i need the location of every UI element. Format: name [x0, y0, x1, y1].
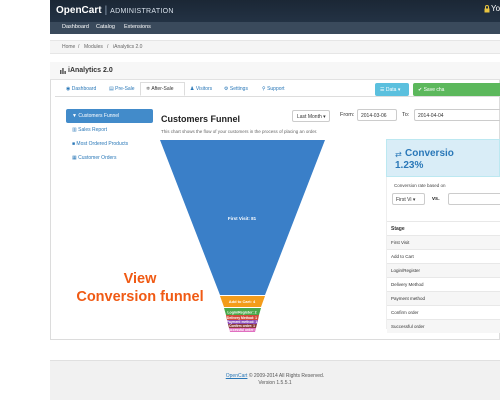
panel-title: iAnalytics 2.0 [68, 67, 113, 74]
breadcrumb-separator: / [78, 44, 80, 50]
funnel-description: This chart shows the flow of your custom… [161, 129, 318, 134]
save-button[interactable]: ✔ Save cha [413, 83, 500, 96]
table-row: Confirm order [387, 305, 500, 319]
nav-item-extensions[interactable]: Extensions [124, 24, 151, 30]
table-row: Payment method [387, 291, 500, 305]
page: OpenCart | ADMINISTRATION Yo Dashboard Cat… [0, 0, 500, 400]
nav-item-catalog[interactable]: Catalog [96, 24, 115, 30]
conversion-compare-select[interactable] [448, 193, 500, 205]
chevron-down-icon: ▾ [321, 114, 326, 120]
lock-icon [484, 5, 490, 13]
to-label: To: [402, 112, 410, 118]
conversion-title: Conversio [405, 148, 454, 159]
main-nav [50, 22, 500, 34]
sidebar-item-most-ordered[interactable]: ■ Most Ordered Products [72, 141, 128, 147]
from-label: From: [340, 112, 355, 118]
tab-label: Dashboard [71, 86, 97, 92]
tab-label: Pre-Sale [115, 86, 135, 92]
table-row: Delivery Method [387, 277, 500, 291]
data-button[interactable]: ☰ Data ▾ [375, 83, 409, 96]
conversion-rate-value: 1.23% [395, 160, 424, 171]
tab-after-sale[interactable]: ≑ After-Sale [146, 86, 174, 92]
tab-settings[interactable]: ⚙ Settings [224, 86, 248, 92]
stage-column-header: Stage [387, 221, 500, 235]
breadcrumb-separator: / [107, 44, 109, 50]
tab-pre-sale[interactable]: ▤ Pre-Sale [109, 86, 135, 92]
tab-label: Settings [229, 86, 248, 92]
brand-subtitle: ADMINISTRATION [110, 8, 174, 15]
sidebar-item-label: Customers Funnel [78, 113, 120, 119]
data-button-label: Data [385, 87, 397, 93]
funnel-label-login-register: Login/Register: 2 [227, 311, 256, 315]
sidebar-item-label: Sales Report [78, 127, 108, 133]
caret-down-icon: ▾ [396, 87, 401, 93]
sidebar-item-customers-funnel[interactable]: ▼ Customers Funnel [72, 113, 119, 119]
tab-label: After-Sale [151, 86, 174, 92]
funnel-label-add-to-cart: Add to Cart: 4 [229, 299, 256, 304]
footer-copyright: OpenCart © 2009-2014 All Rights Reserved… [50, 373, 500, 379]
funnel-chart: First Visit: 81 Add to Cart: 4 Login/Reg… [160, 140, 325, 332]
conversion-note: Conversion rate based on [394, 183, 446, 188]
tab-support[interactable]: ⚲ Support [262, 86, 285, 92]
save-button-label: Save cha [423, 87, 445, 93]
conversion-base-value: First Vi [396, 197, 412, 203]
from-date-input[interactable]: 2014-03-06 [357, 109, 397, 121]
tabs-divider [55, 96, 500, 97]
table-row: First Visit [387, 235, 500, 249]
sidebar-item-sales-report[interactable]: ▥ Sales Report [72, 127, 107, 133]
footer-version: Version 1.5.5.1 [258, 380, 292, 386]
promo-line-1: View [123, 271, 157, 287]
breadcrumb-modules[interactable]: Modules [84, 44, 103, 50]
breadcrumb-home[interactable]: Home [62, 44, 75, 50]
user-menu[interactable]: Yo [491, 4, 500, 13]
conversion-vs-label: vs. [432, 196, 440, 202]
tab-label: Support [267, 86, 285, 92]
sidebar-item-customer-orders[interactable]: ▦ Customer Orders [72, 155, 116, 161]
tab-visitors[interactable]: ♟ Visitors [190, 86, 212, 92]
to-date-input[interactable]: 2014-04-04 [414, 109, 500, 121]
bar-chart-icon [60, 68, 66, 74]
funnel-label-successful-order: Successful order: 1 [227, 328, 258, 332]
chevron-down-icon: ▾ [411, 197, 416, 203]
date-range-select[interactable]: Last Month ▾ [292, 110, 330, 122]
panel-heading [50, 62, 500, 80]
breadcrumb-current: iAnalytics 2.0 [113, 44, 143, 50]
funnel-label-first-visit: First Visit: 81 [228, 216, 257, 221]
table-row: Login/Register [387, 263, 500, 277]
date-range-value: Last Month [297, 114, 322, 120]
nav-item-dashboard[interactable]: Dashboard [62, 24, 89, 30]
footer-opencart-link[interactable]: OpenCart [226, 373, 248, 379]
table-row: Successful order [387, 319, 500, 333]
app-logo[interactable]: OpenCart | ADMINISTRATION [56, 5, 174, 16]
sidebar-item-label: Most Ordered Products [76, 141, 129, 147]
funnel-title: Customers Funnel [161, 114, 241, 124]
sidebar-item-label: Customer Orders [78, 155, 117, 161]
tab-label: Visitors [195, 86, 213, 92]
brand-name: OpenCart [56, 5, 102, 16]
conversion-base-select[interactable]: First Vi ▾ [392, 193, 425, 205]
promo-line-2: Conversion funnel [76, 289, 204, 305]
brand-separator: | [104, 5, 108, 16]
table-row: Add to Cart [387, 249, 500, 263]
refresh-icon: ⇄ [395, 150, 402, 159]
footer-copyright-text: © 2009-2014 All Rights Reserved. [248, 373, 325, 379]
tab-dashboard[interactable]: ◉ Dashboard [66, 86, 96, 92]
